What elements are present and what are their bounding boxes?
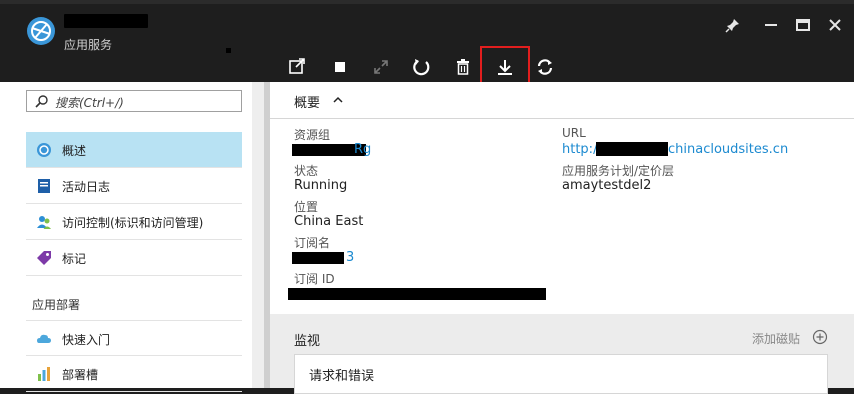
search-input[interactable]: 搜索(Ctrl+/) [26, 90, 242, 112]
location-value: China East [294, 214, 364, 229]
monitor-title: 监视 [294, 334, 321, 349]
overview-icon [37, 143, 51, 157]
close-icon[interactable] [824, 14, 846, 36]
app-name-redacted [64, 14, 148, 28]
app-subtitle: 应用服务 [64, 38, 113, 52]
plan-label: 应用服务计划/定价层 [562, 164, 675, 178]
pin-icon[interactable] [722, 14, 744, 36]
status-value: Running [294, 178, 348, 193]
url-label: URL [562, 126, 586, 140]
sidebar-item-label: 标记 [62, 252, 87, 266]
url-redacted [596, 142, 668, 156]
app-service-logo-icon [27, 17, 55, 45]
resource-group-label: 资源组 [294, 128, 331, 142]
sidebar-item-activity-log[interactable]: 活动日志 [26, 168, 242, 204]
swap-icon [370, 56, 392, 78]
sidebar-item-deployment-slots[interactable]: 部署槽 [26, 356, 242, 392]
sidebar-item-label: 概述 [62, 144, 87, 158]
sidebar-item-label: 部署槽 [62, 368, 99, 382]
essentials-title: 概要 [294, 96, 321, 111]
tag-icon [37, 251, 51, 265]
add-circle-icon[interactable] [812, 329, 828, 345]
subscription-id-redacted [288, 288, 546, 300]
cloud-icon [37, 334, 51, 343]
restart-icon[interactable] [410, 56, 432, 78]
title-bar: 应用服务 [0, 0, 854, 88]
plan-value: amaytestdel2 [562, 178, 652, 193]
access-control-icon [37, 216, 51, 229]
top-strip [0, 0, 854, 4]
maximize-icon[interactable] [792, 14, 814, 36]
sidebar: 搜索(Ctrl+/) 概述 活动日志 访问控制(标识和访问管理) 标记 应用部署… [0, 82, 264, 392]
sidebar-item-tags[interactable]: 标记 [26, 240, 242, 276]
sidebar-item-label: 访问控制(标识和访问管理) [62, 216, 204, 230]
sidebar-item-label: 活动日志 [62, 180, 111, 194]
delete-icon[interactable] [452, 56, 474, 78]
refresh-icon[interactable] [534, 56, 556, 78]
location-label: 位置 [294, 200, 319, 214]
minimize-icon[interactable] [760, 14, 782, 36]
sidebar-item-quickstart[interactable]: 快速入门 [26, 320, 242, 356]
subscription-id-label: 订阅 ID [294, 272, 335, 286]
monitor-section: 监视 添加磁贴 请求和错误 [270, 314, 854, 394]
search-placeholder: 搜索(Ctrl+/) [55, 96, 124, 110]
sidebar-scrollbar[interactable] [252, 82, 264, 388]
stop-icon[interactable] [329, 56, 351, 78]
browse-icon[interactable] [286, 56, 308, 78]
essentials-header[interactable]: 概要 [270, 82, 854, 119]
status-label: 状态 [294, 164, 319, 178]
sidebar-item-label: 快速入门 [62, 333, 111, 347]
redaction-dot [226, 48, 231, 53]
sidebar-item-overview[interactable]: 概述 [26, 132, 242, 168]
card-title: 请求和错误 [309, 369, 375, 384]
chart-icon [38, 367, 50, 381]
activity-log-icon [38, 179, 50, 193]
subscription-label: 订阅名 [294, 236, 331, 250]
section-header-deploy: 应用部署 [32, 298, 81, 312]
overview-pane: 概要 资源组 Rg 状态 Running 位置 China East 订阅名 3… [270, 82, 854, 394]
chevron-up-icon[interactable] [332, 94, 344, 106]
resource-group-link[interactable]: Rg [354, 142, 371, 157]
add-tile-button[interactable]: 添加磁贴 [752, 330, 800, 347]
url-link-suffix[interactable]: chinacloudsites.cn [668, 142, 788, 157]
subscription-link[interactable]: 3 [346, 250, 354, 265]
requests-errors-card[interactable]: 请求和错误 [294, 354, 828, 394]
search-icon [35, 95, 48, 108]
sidebar-item-access-control[interactable]: 访问控制(标识和访问管理) [26, 204, 242, 240]
subscription-redacted [292, 252, 344, 264]
